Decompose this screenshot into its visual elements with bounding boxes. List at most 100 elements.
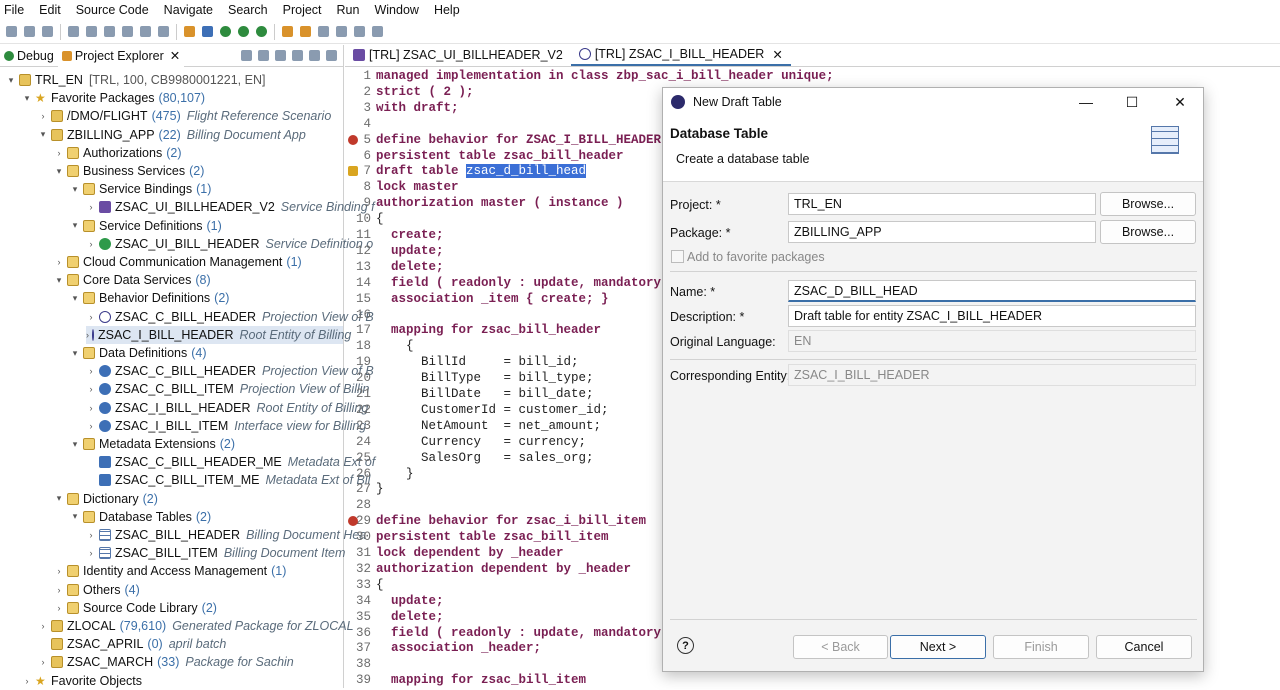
search-icon[interactable] xyxy=(300,26,311,37)
tree-item[interactable]: ▾ Service Bindings (1) xyxy=(70,180,212,198)
chevron-right-icon[interactable]: › xyxy=(54,148,64,158)
help-icon[interactable]: ? xyxy=(677,637,694,654)
tree-item[interactable]: › ZSAC_I_BILL_ITEM Interface view for Bill… xyxy=(86,417,367,435)
tree-item[interactable]: › ZSAC_C_BILL_HEADER Projection View of B xyxy=(86,308,374,326)
favorite-checkbox[interactable] xyxy=(671,250,684,263)
filter-icon[interactable] xyxy=(275,50,286,61)
tab-project-explorer[interactable]: Project Explorer ✕ xyxy=(57,44,185,67)
menu-project[interactable]: Project xyxy=(283,3,322,17)
tree-item[interactable]: ▾ ★ Favorite Packages (80,107) xyxy=(22,89,205,107)
chevron-right-icon[interactable]: › xyxy=(86,239,96,249)
annotation-icon[interactable] xyxy=(318,26,329,37)
chevron-down-icon[interactable]: ▾ xyxy=(70,511,80,522)
chevron-right-icon[interactable]: › xyxy=(54,566,64,576)
open-type-icon[interactable] xyxy=(282,26,293,37)
menu-search[interactable]: Search xyxy=(228,3,268,17)
minimize-button[interactable]: — xyxy=(1063,88,1109,116)
chevron-right-icon[interactable]: › xyxy=(86,421,96,431)
abap-icon[interactable] xyxy=(184,26,195,37)
chevron-down-icon[interactable]: ▾ xyxy=(54,166,64,177)
tree-item[interactable]: › ZSAC_BILL_ITEM Billing Document Item xyxy=(86,544,346,562)
chevron-right-icon[interactable]: › xyxy=(22,676,32,686)
coverage-icon[interactable] xyxy=(238,26,249,37)
tree-item[interactable]: › ZLOCAL (79,610) Generated Package for ZLO… xyxy=(38,617,354,635)
collapse-all-icon[interactable] xyxy=(241,50,252,61)
maximize-button[interactable]: ☐ xyxy=(1109,88,1155,116)
chevron-right-icon[interactable]: › xyxy=(86,330,89,340)
chevron-down-icon[interactable]: ▾ xyxy=(22,93,32,104)
chevron-right-icon[interactable]: › xyxy=(38,621,48,631)
menu-help[interactable]: Help xyxy=(434,3,460,17)
tree-item[interactable]: ZSAC_C_BILL_ITEM_ME Metadata Ext of Bil xyxy=(86,471,370,489)
tree-item[interactable]: › ★ Favorite Objects xyxy=(22,672,143,690)
back-button[interactable]: < Back xyxy=(793,635,888,659)
chevron-right-icon[interactable]: › xyxy=(86,312,96,322)
tree-item[interactable]: ▾ Behavior Definitions (2) xyxy=(70,289,230,307)
tree-item[interactable]: › ZSAC_UI_BILL_HEADER Service Definition o xyxy=(86,235,374,253)
chevron-right-icon[interactable]: › xyxy=(86,548,96,558)
close-icon[interactable]: ✕ xyxy=(772,47,782,62)
close-icon[interactable]: ✕ xyxy=(170,48,180,63)
editor-tab-behavior-definition[interactable]: [TRL] ZSAC_I_BILL_HEADER ✕ xyxy=(570,44,791,66)
link-editor-icon[interactable] xyxy=(258,50,269,61)
tree-item[interactable]: ▾ Dictionary (2) xyxy=(54,490,158,508)
new-icon[interactable] xyxy=(6,26,17,37)
chevron-right-icon[interactable]: › xyxy=(54,585,64,595)
cancel-button[interactable]: Cancel xyxy=(1096,635,1192,659)
warning-marker-icon[interactable] xyxy=(348,166,358,177)
tree-item[interactable]: › ZSAC_UI_BILLHEADER_V2 Service Binding f xyxy=(86,198,375,216)
tree-item[interactable]: ▾ Business Services (2) xyxy=(54,162,205,180)
chevron-right-icon[interactable]: › xyxy=(86,202,96,212)
menu-run[interactable]: Run xyxy=(337,3,360,17)
step-over-icon[interactable] xyxy=(140,26,151,37)
menu-navigate[interactable]: Navigate xyxy=(164,3,213,17)
menu-edit[interactable]: Edit xyxy=(39,3,61,17)
tree-item[interactable]: ZSAC_APRIL (0) april batch xyxy=(38,635,226,653)
run-icon[interactable] xyxy=(220,26,231,37)
project-browse-button[interactable]: Browse... xyxy=(1100,192,1196,216)
save-icon[interactable] xyxy=(24,26,35,37)
maximize-icon[interactable] xyxy=(326,50,337,61)
tree-item[interactable]: › ZSAC_MARCH (33) Package for Sachin xyxy=(38,653,294,671)
chevron-right-icon[interactable]: › xyxy=(86,530,96,540)
chevron-down-icon[interactable]: ▾ xyxy=(70,220,80,231)
tree-item[interactable]: ▾ ZBILLING_APP (22) Billing Document App xyxy=(38,126,306,144)
tree-item[interactable]: ▾ Metadata Extensions (2) xyxy=(70,435,235,453)
step-return-icon[interactable] xyxy=(158,26,169,37)
chevron-right-icon[interactable]: › xyxy=(38,657,48,667)
tree-item[interactable]: › Source Code Library (2) xyxy=(54,599,217,617)
description-field[interactable]: Draft table for entity ZSAC_I_BILL_HEADE… xyxy=(788,305,1196,327)
finish-button[interactable]: Finish xyxy=(993,635,1089,659)
close-button[interactable]: ✕ xyxy=(1157,88,1203,116)
step-into-icon[interactable] xyxy=(122,26,133,37)
tree-item[interactable]: › ZSAC_C_BILL_HEADER Projection View of B xyxy=(86,362,374,380)
view-menu-icon[interactable] xyxy=(292,50,303,61)
chevron-right-icon[interactable]: › xyxy=(54,257,64,267)
chevron-down-icon[interactable]: ▾ xyxy=(6,75,16,86)
tree-item[interactable]: ▾ Service Definitions (1) xyxy=(70,217,222,235)
tree-item[interactable]: ZSAC_C_BILL_HEADER_ME Metadata Ext of xyxy=(86,453,375,471)
chevron-right-icon[interactable]: › xyxy=(38,111,48,121)
terminate-icon[interactable] xyxy=(104,26,115,37)
suspend-icon[interactable] xyxy=(86,26,97,37)
chevron-right-icon[interactable]: › xyxy=(54,603,64,613)
pin-icon[interactable] xyxy=(372,26,383,37)
error-marker-icon[interactable] xyxy=(348,134,358,145)
tree-item[interactable]: › ZSAC_I_BILL_HEADER Root Entity of Billin… xyxy=(86,325,351,344)
chevron-down-icon[interactable]: ▾ xyxy=(54,275,64,286)
chevron-down-icon[interactable]: ▾ xyxy=(70,293,80,304)
project-field[interactable]: TRL_EN xyxy=(788,193,1096,215)
tree-item[interactable]: ▾ Core Data Services (8) xyxy=(54,271,211,289)
tree-item[interactable]: › ZSAC_BILL_HEADER Billing Document Hea xyxy=(86,526,367,544)
external-tools-icon[interactable] xyxy=(256,26,267,37)
resume-icon[interactable] xyxy=(68,26,79,37)
tree-item[interactable]: › Others (4) xyxy=(54,581,140,599)
back-icon[interactable] xyxy=(336,26,347,37)
chevron-down-icon[interactable]: ▾ xyxy=(38,129,48,140)
editor-tab-service-binding[interactable]: [TRL] ZSAC_UI_BILLHEADER_V2 xyxy=(345,44,571,66)
tree-item[interactable]: › Identity and Access Management (1) xyxy=(54,562,287,580)
menu-file[interactable]: File xyxy=(4,3,24,17)
save-all-icon[interactable] xyxy=(42,26,53,37)
package-field[interactable]: ZBILLING_APP xyxy=(788,221,1096,243)
menu-window[interactable]: Window xyxy=(374,3,418,17)
